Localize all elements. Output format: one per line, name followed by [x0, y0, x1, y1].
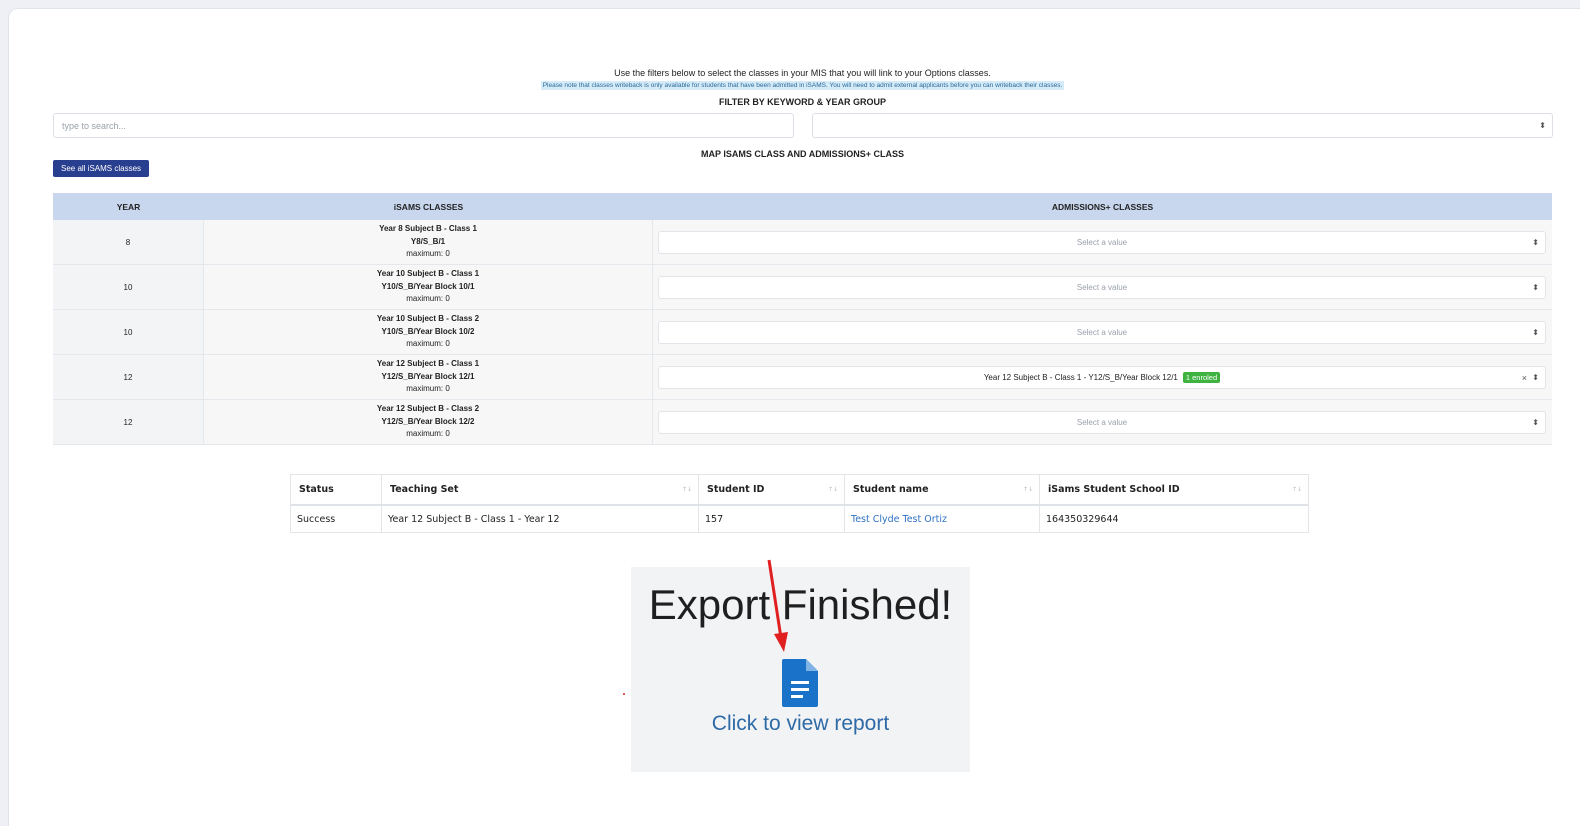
- clear-icon[interactable]: ×: [1522, 373, 1527, 383]
- school-id-cell: 164350329644: [1046, 513, 1119, 525]
- updown-icon: ⬍: [1532, 372, 1539, 382]
- class-maximum: maximum: 0: [406, 249, 450, 259]
- admissions-class-select[interactable]: Year 12 Subject B - Class 1 - Y12/S_B/Ye…: [658, 366, 1546, 389]
- updown-icon: ⬍: [1532, 237, 1539, 247]
- table-row: 10 Year 10 Subject B - Class 1 Y10/S_B/Y…: [53, 265, 1552, 310]
- column-header-year: YEAR: [116, 201, 141, 212]
- sort-icon: ↑↓: [681, 486, 692, 493]
- updown-icon: ⬍: [1532, 282, 1539, 292]
- isams-class-cell: Year 8 Subject B - Class 1 Y8/S_B/1 maxi…: [204, 220, 653, 264]
- class-name: Year 12 Subject B - Class 1: [376, 359, 480, 369]
- table-row: 12 Year 12 Subject B - Class 2 Y12/S_B/Y…: [53, 400, 1552, 445]
- isams-class-cell: Year 10 Subject B - Class 2 Y10/S_B/Year…: [204, 310, 653, 354]
- student-id-cell: 157: [699, 506, 845, 532]
- table-row: 8 Year 8 Subject B - Class 1 Y8/S_B/1 ma…: [53, 220, 1552, 265]
- search-input[interactable]: type to search...: [53, 113, 794, 138]
- class-code: Y12/S_B/Year Block 12/2: [381, 416, 475, 426]
- admissions-class-select[interactable]: Select a value ⬍: [658, 411, 1546, 434]
- table-header: Status Teaching Set ↑↓ Student ID ↑↓ Stude…: [291, 475, 1308, 506]
- year-cell: 12: [53, 400, 204, 444]
- intro-text: Use the filters below to select the clas…: [614, 68, 991, 78]
- select-value: Year 12 Subject B - Class 1 - Y12/S_B/Ye…: [983, 373, 1178, 382]
- year-cell: 8: [53, 220, 204, 264]
- export-finished-panel: Export Finished! Click to view report: [631, 567, 970, 772]
- class-maximum: maximum: 0: [406, 294, 450, 304]
- updown-icon: ⬍: [1532, 327, 1539, 337]
- class-name: Year 10 Subject B - Class 2: [376, 314, 480, 324]
- writeback-notice: Please note that classes writeback is on…: [540, 81, 1065, 90]
- column-header-teaching-set[interactable]: Teaching Set ↑↓: [382, 475, 699, 504]
- document-icon[interactable]: [782, 659, 818, 707]
- isams-class-cell: Year 12 Subject B - Class 1 Y12/S_B/Year…: [204, 355, 653, 399]
- filter-heading: FILTER BY KEYWORD & YEAR GROUP: [718, 97, 886, 107]
- admissions-class-cell: Select a value ⬍: [653, 400, 1552, 444]
- class-code: Y10/S_B/Year Block 10/1: [381, 281, 475, 291]
- select-value: Select a value: [1076, 283, 1128, 292]
- admissions-class-cell: Select a value ⬍: [653, 310, 1552, 354]
- mapping-heading: MAP ISAMS CLASS AND ADMISSIONS+ CLASS: [701, 149, 904, 159]
- export-title: Export Finished!: [648, 581, 953, 628]
- class-name: Year 10 Subject B - Class 1: [376, 269, 480, 279]
- class-code: Y8/S_B/1: [410, 236, 446, 246]
- class-maximum: maximum: 0: [406, 384, 450, 394]
- class-mapping-table: YEAR iSAMS CLASSES ADMISSIONS+ CLASSES 8…: [53, 193, 1552, 451]
- student-name-cell: Test Clyde Test Ortiz: [845, 506, 1040, 532]
- export-results-table: Status Teaching Set ↑↓ Student ID ↑↓ Stude…: [290, 474, 1309, 533]
- class-name: Year 12 Subject B - Class 2: [376, 404, 480, 414]
- admissions-class-cell: Year 12 Subject B - Class 1 - Y12/S_B/Ye…: [653, 355, 1552, 399]
- year-group-select[interactable]: ⬍: [812, 113, 1553, 138]
- table-row: Success Year 12 Subject B - Class 1 - Ye…: [291, 506, 1308, 532]
- column-header-status[interactable]: Status: [291, 475, 382, 504]
- red-dot-mark: [623, 693, 625, 695]
- admissions-class-select[interactable]: Select a value ⬍: [658, 231, 1546, 254]
- year-cell: 12: [53, 355, 204, 399]
- column-header-isams: iSAMS CLASSES: [393, 201, 464, 212]
- status-cell: Success: [291, 506, 382, 532]
- student-name-link[interactable]: Test Clyde Test Ortiz: [851, 514, 947, 525]
- sort-icon: ↑↓: [1022, 486, 1033, 493]
- view-report-link[interactable]: Click to view report: [631, 712, 970, 736]
- table-header: YEAR iSAMS CLASSES ADMISSIONS+ CLASSES: [53, 193, 1552, 220]
- class-code: Y12/S_B/Year Block 12/1: [381, 371, 475, 381]
- select-value: Select a value: [1076, 238, 1128, 247]
- sort-icon: ↑↓: [1291, 486, 1302, 493]
- admissions-class-cell: Select a value ⬍: [653, 265, 1552, 309]
- isams-class-cell: Year 12 Subject B - Class 2 Y12/S_B/Year…: [204, 400, 653, 444]
- teaching-set-cell: Year 12 Subject B - Class 1 - Year 12: [382, 506, 699, 532]
- column-header-admissions: ADMISSIONS+ CLASSES: [1051, 201, 1154, 212]
- updown-icon: ⬍: [1532, 417, 1539, 427]
- table-row: 10 Year 10 Subject B - Class 2 Y10/S_B/Y…: [53, 310, 1552, 355]
- class-code: Y10/S_B/Year Block 10/2: [381, 326, 475, 336]
- column-header-school-id[interactable]: iSams Student School ID ↑↓: [1040, 475, 1308, 504]
- year-cell: 10: [53, 265, 204, 309]
- admissions-class-select[interactable]: Select a value ⬍: [658, 321, 1546, 344]
- class-name: Year 8 Subject B - Class 1: [379, 224, 477, 234]
- admissions-class-cell: Select a value ⬍: [653, 220, 1552, 264]
- enrolled-badge: 1 enroled: [1182, 372, 1221, 383]
- year-cell: 10: [53, 310, 204, 354]
- class-maximum: maximum: 0: [406, 429, 450, 439]
- select-value: Select a value: [1076, 328, 1128, 337]
- see-all-isams-classes-button[interactable]: See all iSAMS classes: [53, 160, 149, 177]
- updown-icon: ⬍: [1539, 120, 1546, 130]
- sort-icon: ↑↓: [827, 486, 838, 493]
- admissions-class-select[interactable]: Select a value ⬍: [658, 276, 1546, 299]
- class-maximum: maximum: 0: [406, 339, 450, 349]
- isams-class-cell: Year 10 Subject B - Class 1 Y10/S_B/Year…: [204, 265, 653, 309]
- column-header-student-name[interactable]: Student name ↑↓: [845, 475, 1040, 504]
- select-value: Select a value: [1076, 418, 1128, 427]
- column-header-student-id[interactable]: Student ID ↑↓: [699, 475, 845, 504]
- table-row: 12 Year 12 Subject B - Class 1 Y12/S_B/Y…: [53, 355, 1552, 400]
